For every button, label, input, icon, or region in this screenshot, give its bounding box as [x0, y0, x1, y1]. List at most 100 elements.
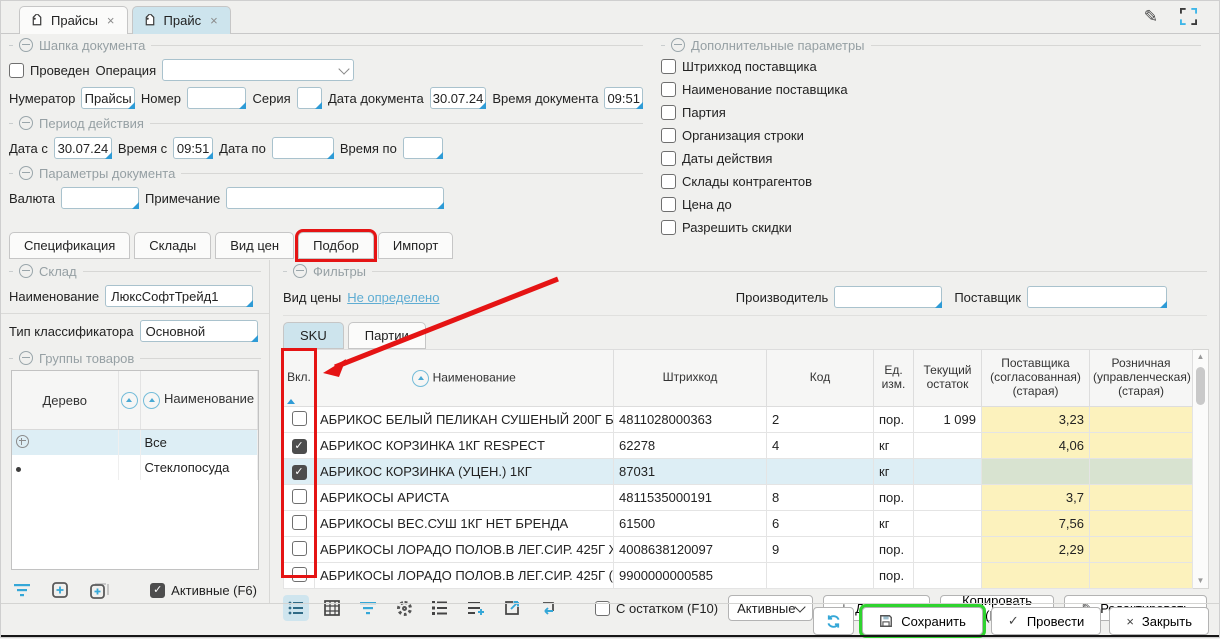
scroll-thumb[interactable] [1196, 367, 1205, 405]
close-button[interactable]: × Закрыть [1109, 607, 1209, 635]
numerator-button[interactable]: Прайсы [81, 87, 135, 109]
doc-tab-склады[interactable]: Склады [134, 232, 211, 259]
table-row[interactable]: ✓АБРИКОС КОРЗИНКА (УЦЕН.) 1КГ87031кг [284, 459, 1193, 485]
sku-tab-партии[interactable]: Партии [348, 322, 426, 349]
row-enabled-cell[interactable] [284, 563, 315, 589]
groups-active-checkbox[interactable]: ✓ [150, 583, 165, 598]
close-icon[interactable]: × [210, 13, 218, 28]
note-input[interactable] [226, 187, 444, 209]
groups-tree-row[interactable]: Стеклопосуда [12, 455, 258, 480]
export-icon[interactable] [499, 595, 525, 621]
operation-select[interactable] [162, 59, 354, 81]
series-input[interactable] [297, 87, 322, 109]
row-enabled-checkbox[interactable] [292, 541, 307, 556]
refresh-rows-icon[interactable] [535, 595, 561, 621]
row-enabled-checkbox[interactable]: ✓ [292, 439, 307, 454]
collapse-icon[interactable] [19, 166, 33, 180]
collapse-icon[interactable] [293, 264, 307, 278]
products-col-7[interactable]: Розничная (управленческая) (старая) [1090, 350, 1193, 407]
scroll-down-icon[interactable]: ▼ [1197, 574, 1205, 588]
row-enabled-checkbox[interactable]: ✓ [292, 465, 307, 480]
numbered-list-icon[interactable] [427, 595, 453, 621]
row-enabled-checkbox[interactable] [292, 411, 307, 426]
date-from-input[interactable]: 30.07.24 [54, 137, 112, 159]
additional-param-checkbox[interactable] [661, 174, 676, 189]
posted-checkbox[interactable] [9, 63, 24, 78]
products-col-5[interactable]: Текущий остаток [914, 350, 982, 407]
row-enabled-cell[interactable]: ✓ [284, 459, 315, 485]
state-filter-select[interactable]: Активные [728, 595, 812, 621]
table-row[interactable]: АБРИКОС БЕЛЫЙ ПЕЛИКАН СУШЕНЫЙ 200Г БЕЛ48… [284, 407, 1193, 433]
doc-time-input[interactable]: 09:51 [604, 87, 643, 109]
additional-param-checkbox[interactable] [661, 128, 676, 143]
save-button[interactable]: Сохранить [862, 607, 983, 635]
tree-expand-icon[interactable] [16, 435, 29, 448]
row-enabled-cell[interactable] [284, 407, 315, 433]
tree-name-cell[interactable]: Стеклопосуда [140, 455, 258, 480]
groups-col-tree[interactable]: Дерево [12, 371, 118, 430]
doc-date-input[interactable]: 30.07.24 [430, 87, 487, 109]
additional-param-checkbox[interactable] [661, 59, 676, 74]
groups-col-name[interactable]: Наименование [140, 371, 258, 430]
supplier-input[interactable] [1027, 286, 1167, 308]
currency-input[interactable] [61, 187, 139, 209]
collapse-icon[interactable] [19, 264, 33, 278]
additional-param-checkbox[interactable] [661, 105, 676, 120]
groups-sort-col[interactable] [118, 371, 140, 430]
add-rows-icon[interactable] [463, 595, 489, 621]
window-tab-prais[interactable]: Прайс × [132, 6, 231, 34]
vertical-scrollbar[interactable]: ▲ ▼ [1193, 349, 1209, 589]
additional-param-checkbox[interactable] [661, 220, 676, 235]
doc-tab-импорт[interactable]: Импорт [378, 232, 453, 259]
products-col-1[interactable]: Наименование [315, 350, 614, 407]
table-row[interactable]: АБРИКОСЫ АРИСТА48115350001918пор.3,7 [284, 485, 1193, 511]
table-row[interactable]: АБРИКОСЫ ВЕС.СУШ 1КГ НЕТ БРЕНДА615006кг7… [284, 511, 1193, 537]
add-group-icon[interactable] [51, 581, 69, 599]
collapse-icon[interactable] [19, 38, 33, 52]
row-enabled-cell[interactable] [284, 511, 315, 537]
doc-tab-спецификация[interactable]: Спецификация [9, 232, 130, 259]
doc-tab-подбор[interactable]: Подбор [298, 232, 374, 259]
products-col-0[interactable]: Вкл. [284, 350, 315, 407]
gear-icon[interactable] [391, 595, 417, 621]
post-button[interactable]: ✓ Провести [991, 607, 1101, 635]
row-enabled-cell[interactable] [284, 537, 315, 563]
collapse-icon[interactable] [671, 38, 685, 52]
additional-param-checkbox[interactable] [661, 82, 676, 97]
classifier-input[interactable]: Основной [140, 320, 258, 342]
collapse-icon[interactable] [19, 351, 33, 365]
filter-icon[interactable] [355, 595, 381, 621]
tree-icon-cell[interactable] [12, 455, 118, 480]
add-subgroup-icon[interactable] [89, 581, 109, 599]
table-row[interactable]: АБРИКОСЫ ЛОРАДО ПОЛОВ.В ЛЕГ.СИР. 425Г Ж/… [284, 537, 1193, 563]
row-enabled-checkbox[interactable] [292, 515, 307, 530]
sku-tab-sku[interactable]: SKU [283, 322, 344, 349]
additional-param-checkbox[interactable] [661, 197, 676, 212]
tree-icon-cell[interactable] [12, 430, 118, 456]
edit-pencil-icon[interactable]: ✎ [1144, 8, 1158, 25]
number-input[interactable] [187, 87, 247, 109]
groups-tree-row[interactable]: Все [12, 430, 258, 456]
row-enabled-cell[interactable]: ✓ [284, 433, 315, 459]
row-enabled-cell[interactable] [284, 485, 315, 511]
warehouse-name-input[interactable]: ЛюксСофтТрейд1 [105, 285, 253, 307]
filter-icon[interactable] [13, 583, 31, 597]
grid-view-icon[interactable] [319, 595, 345, 621]
fullscreen-icon[interactable] [1180, 8, 1197, 25]
time-from-input[interactable]: 09:51 [173, 137, 213, 159]
price-type-link[interactable]: Не определено [347, 290, 439, 305]
scroll-up-icon[interactable]: ▲ [1197, 350, 1205, 364]
products-col-4[interactable]: Ед. изм. [874, 350, 914, 407]
products-col-6[interactable]: Поставщика (согласованная) (старая) [982, 350, 1090, 407]
window-tab-praisy[interactable]: Прайсы × [19, 6, 128, 34]
products-col-3[interactable]: Код [767, 350, 874, 407]
time-to-input[interactable] [403, 137, 443, 159]
products-col-2[interactable]: Штрихкод [614, 350, 767, 407]
list-view-icon[interactable] [283, 595, 309, 621]
row-enabled-checkbox[interactable] [292, 567, 307, 582]
additional-param-checkbox[interactable] [661, 151, 676, 166]
close-icon[interactable]: × [107, 13, 115, 28]
row-enabled-checkbox[interactable] [292, 489, 307, 504]
table-row[interactable]: ✓АБРИКОС КОРЗИНКА 1КГ RESPECT622784кг4,0… [284, 433, 1193, 459]
refresh-button[interactable] [813, 607, 854, 635]
